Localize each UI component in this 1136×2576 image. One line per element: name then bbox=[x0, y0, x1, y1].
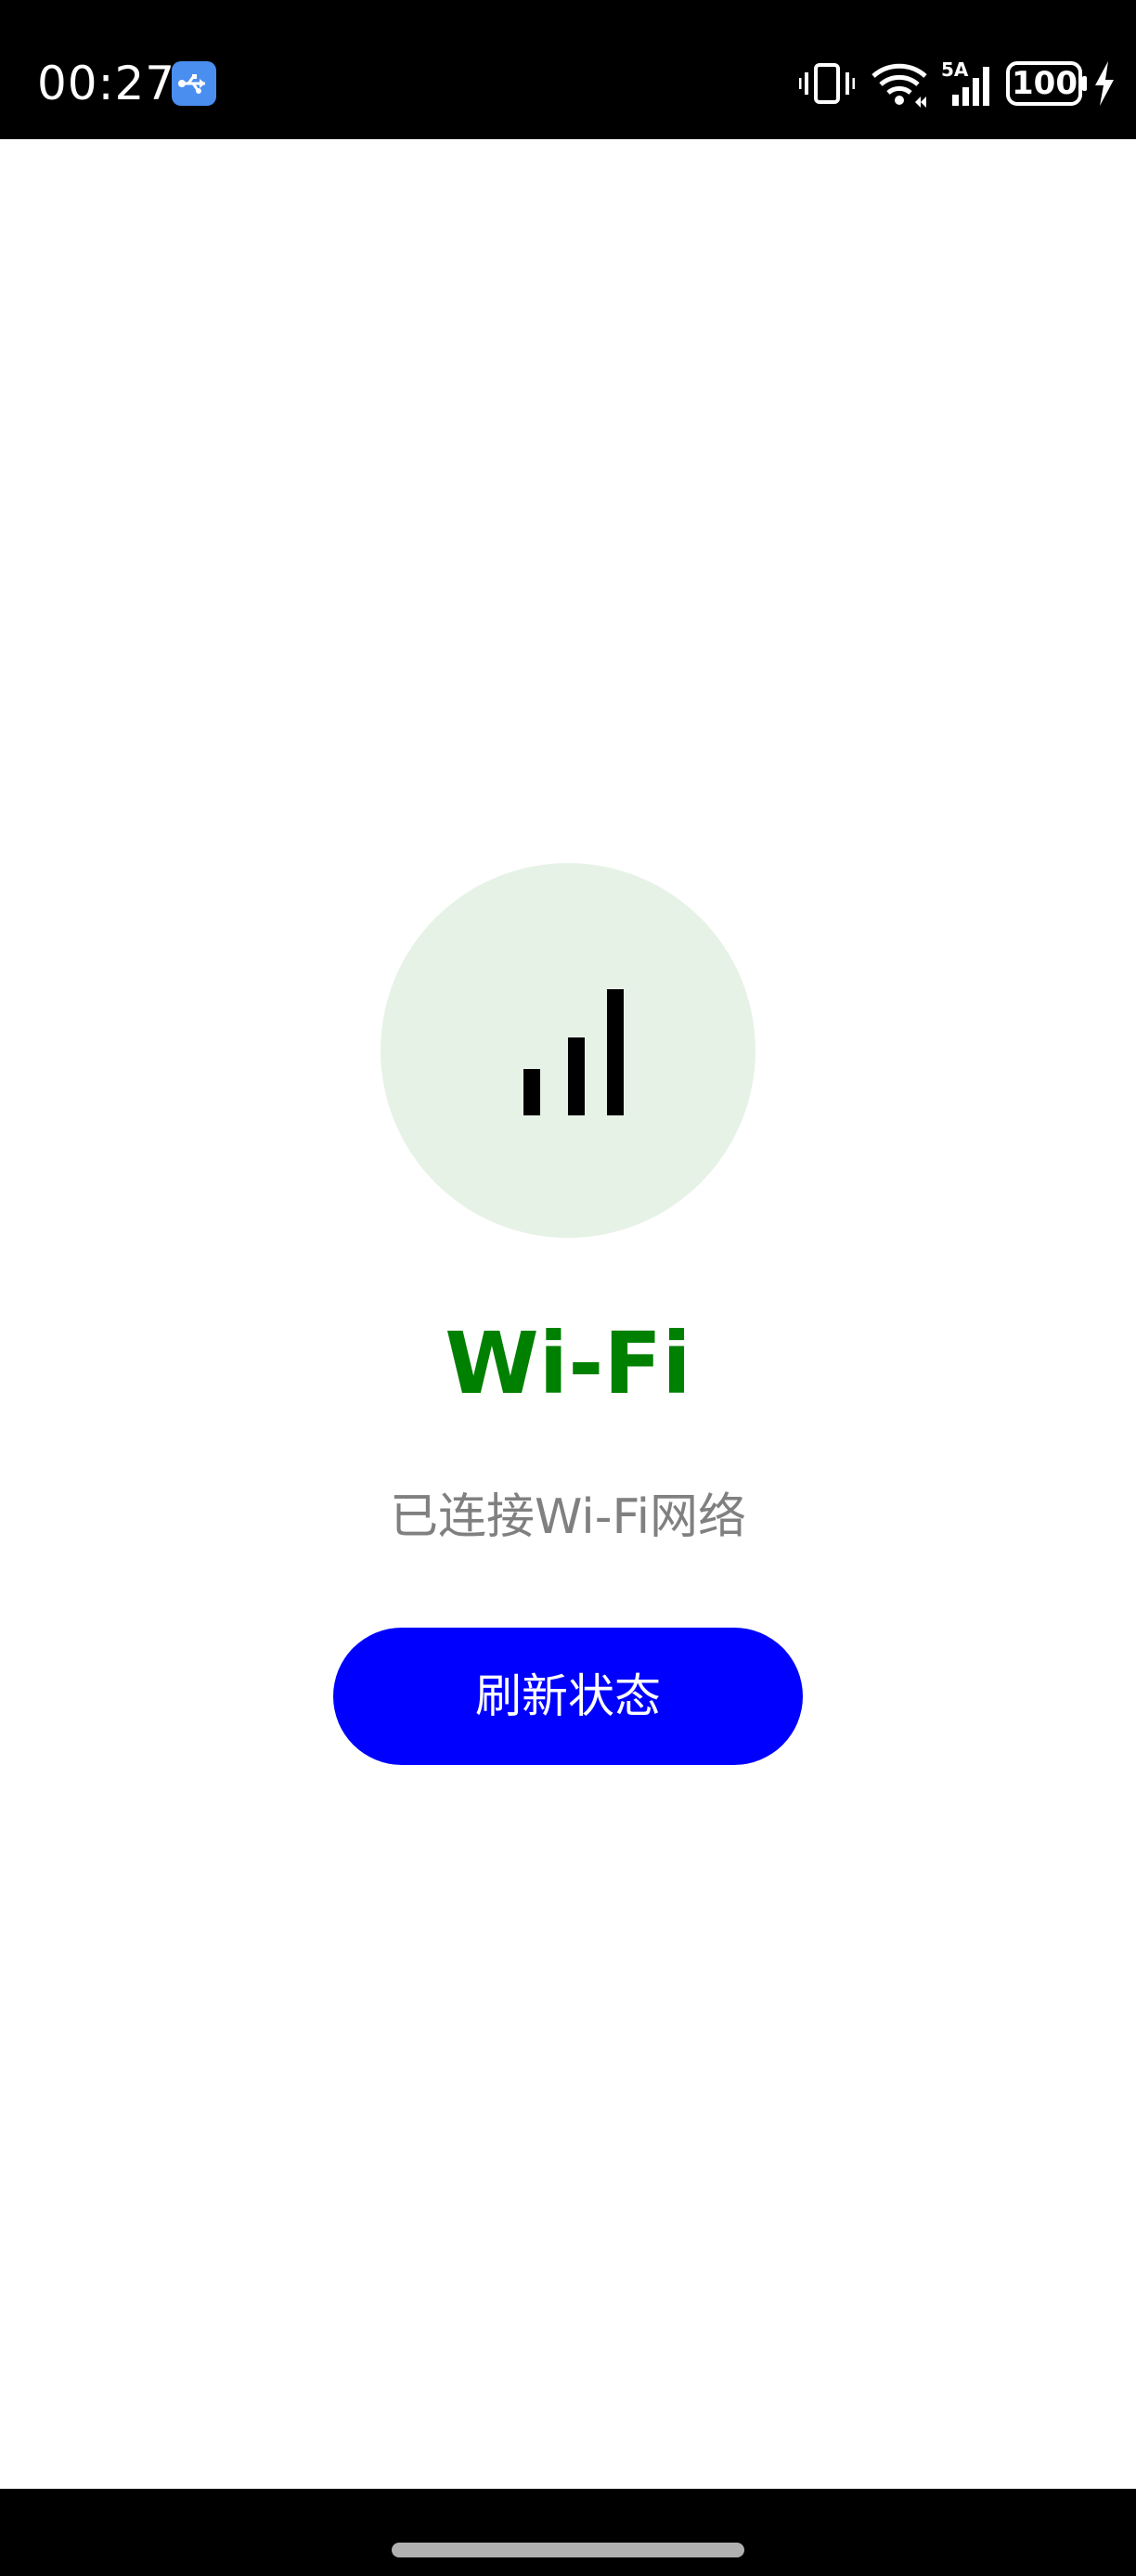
charging-icon bbox=[1093, 59, 1116, 111]
signal-bars-icon bbox=[512, 989, 624, 1123]
home-indicator[interactable] bbox=[392, 2543, 744, 2557]
battery-level: 100 bbox=[1012, 65, 1078, 102]
refresh-status-button[interactable]: 刷新状态 bbox=[333, 1628, 803, 1765]
wifi-icon-circle bbox=[381, 863, 755, 1238]
usb-icon bbox=[172, 61, 216, 106]
status-bar: 00:27 5A 100 bbox=[0, 0, 1136, 139]
wifi-icon bbox=[871, 59, 928, 111]
cellular-signal-icon: 5A bbox=[941, 58, 999, 111]
connection-type-title: Wi-Fi bbox=[445, 1314, 691, 1413]
network-type-label: 5A bbox=[941, 59, 969, 81]
vibrate-icon bbox=[798, 59, 856, 111]
status-time: 00:27 bbox=[37, 57, 176, 110]
connection-status-text: 已连接Wi-Fi网络 bbox=[389, 1489, 747, 1545]
navigation-bar bbox=[0, 2489, 1136, 2576]
